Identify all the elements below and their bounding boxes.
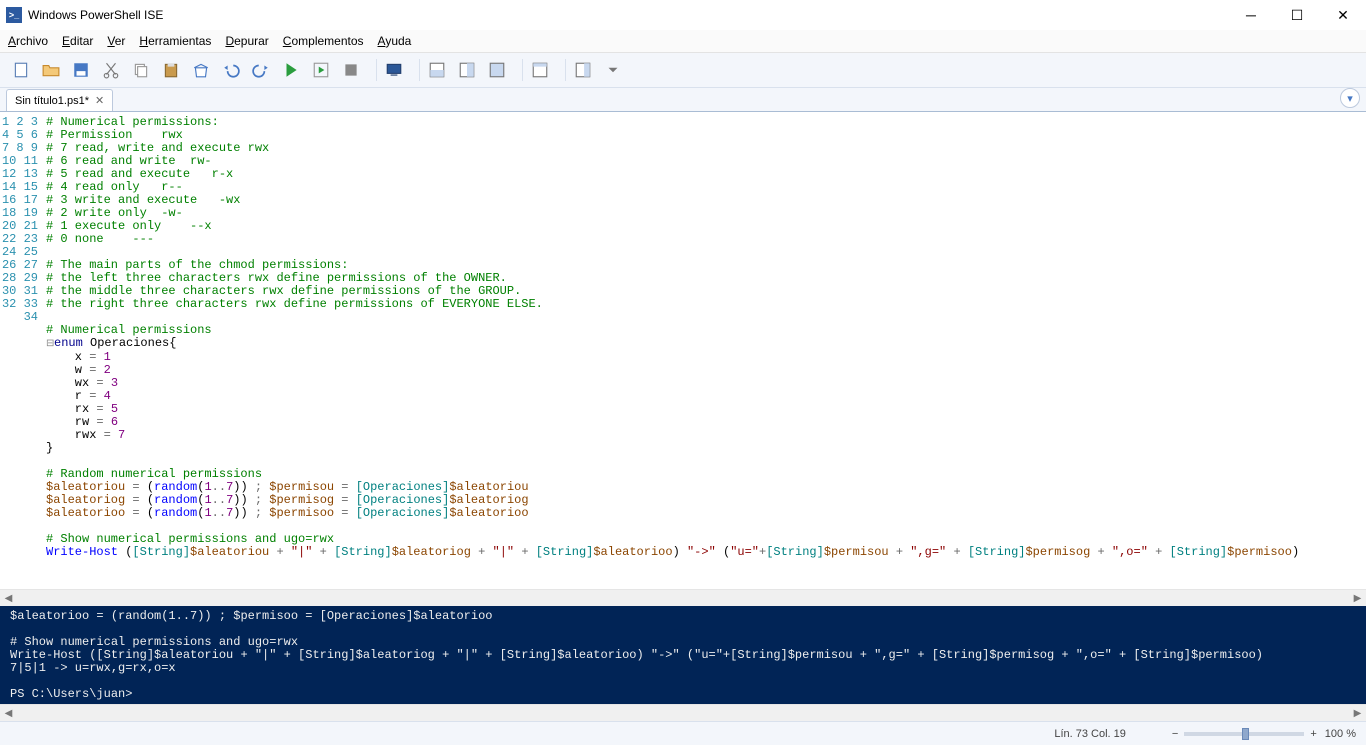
clear-button[interactable] (190, 59, 212, 81)
layout-script-max-button[interactable] (486, 59, 508, 81)
redo-button[interactable] (250, 59, 272, 81)
app-icon: >_ (6, 7, 22, 23)
menu-ayuda[interactable]: Ayuda (378, 34, 412, 48)
menu-archivo[interactable]: Archivo (8, 34, 48, 48)
window-title: Windows PowerShell ISE (28, 8, 163, 22)
toggle-panel-button[interactable] (572, 59, 594, 81)
run-button[interactable] (280, 59, 302, 81)
title-bar: >_ Windows PowerShell ISE ─ ☐ ✕ (0, 0, 1366, 30)
layout-script-bottom-button[interactable] (426, 59, 448, 81)
zoom-control[interactable]: − + 100 % (1172, 728, 1356, 740)
remote-button[interactable] (383, 59, 405, 81)
add-tab-button[interactable]: ▾ (1340, 88, 1360, 108)
menu-editar[interactable]: Editar (62, 34, 93, 48)
zoom-out-icon[interactable]: − (1172, 728, 1178, 740)
tab-label: Sin título1.ps1* (15, 95, 89, 107)
code-area[interactable]: # Numerical permissions:# Permission rwx… (46, 112, 1366, 589)
run-selection-button[interactable] (310, 59, 332, 81)
cut-button[interactable] (100, 59, 122, 81)
dropdown-button[interactable] (602, 59, 624, 81)
stop-button[interactable] (340, 59, 362, 81)
console-horizontal-scrollbar[interactable]: ◀ ▶ (0, 704, 1366, 721)
cmd-pane-button[interactable] (529, 59, 551, 81)
editor-pane: 1 2 3 4 5 6 7 8 9 10 11 12 13 14 15 16 1… (0, 112, 1366, 589)
cursor-position: Lín. 73 Col. 19 (1054, 728, 1126, 740)
scroll-left-icon[interactable]: ◀ (0, 593, 17, 604)
menu-complementos[interactable]: Complementos (283, 34, 364, 48)
new-button[interactable] (10, 59, 32, 81)
toolbar (0, 53, 1366, 88)
line-gutter: 1 2 3 4 5 6 7 8 9 10 11 12 13 14 15 16 1… (0, 112, 46, 589)
scroll-left-icon[interactable]: ◀ (0, 708, 17, 719)
menu-ver[interactable]: Ver (107, 34, 125, 48)
paste-button[interactable] (160, 59, 182, 81)
close-icon[interactable]: ✕ (95, 94, 104, 107)
tab-bar: Sin título1.ps1* ✕ ▾ (0, 88, 1366, 112)
zoom-in-icon[interactable]: + (1310, 728, 1316, 740)
maximize-button[interactable]: ☐ (1274, 0, 1320, 30)
zoom-slider[interactable] (1184, 732, 1304, 736)
tab-untitled[interactable]: Sin título1.ps1* ✕ (6, 89, 113, 111)
copy-button[interactable] (130, 59, 152, 81)
close-button[interactable]: ✕ (1320, 0, 1366, 30)
layout-script-right-button[interactable] (456, 59, 478, 81)
menu-bar: Archivo Editar Ver Herramientas Depurar Compl… (0, 30, 1366, 53)
undo-button[interactable] (220, 59, 242, 81)
console-pane[interactable]: $aleatorioo = (random(1..7)) ; $permisoo… (0, 606, 1366, 704)
save-button[interactable] (70, 59, 92, 81)
menu-depurar[interactable]: Depurar (225, 34, 268, 48)
editor-horizontal-scrollbar[interactable]: ◀ ▶ (0, 589, 1366, 606)
status-bar: Lín. 73 Col. 19 − + 100 % (0, 721, 1366, 745)
minimize-button[interactable]: ─ (1228, 0, 1274, 30)
scroll-right-icon[interactable]: ▶ (1349, 708, 1366, 719)
open-button[interactable] (40, 59, 62, 81)
menu-herramientas[interactable]: Herramientas (139, 34, 211, 48)
scroll-right-icon[interactable]: ▶ (1349, 593, 1366, 604)
zoom-value: 100 % (1325, 728, 1356, 740)
